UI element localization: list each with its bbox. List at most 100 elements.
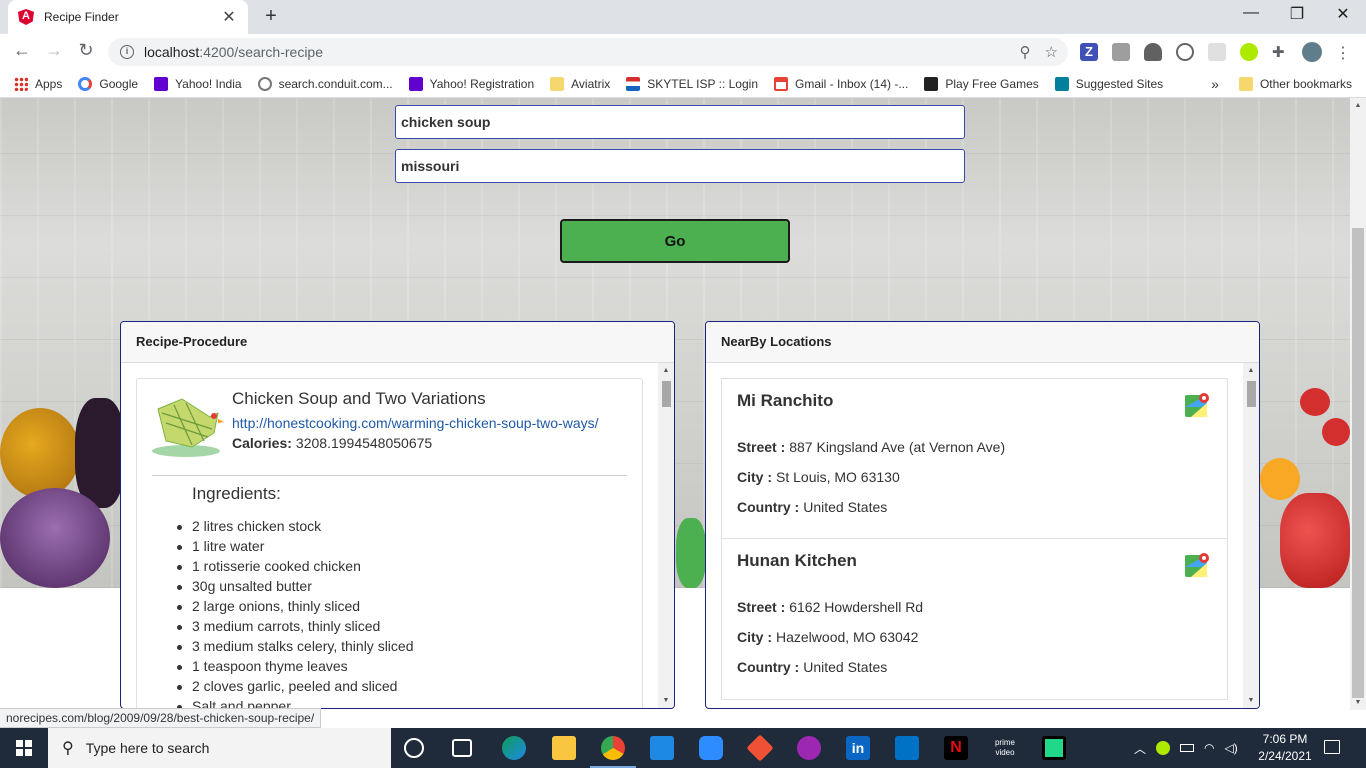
location-name: Mi Ranchito <box>737 391 834 410</box>
close-tab-icon[interactable]: ✕ <box>220 7 238 27</box>
restore-icon[interactable]: ❐ <box>1274 4 1320 24</box>
google-maps-icon[interactable] <box>1185 393 1209 417</box>
ingredients-list: 2 litres chicken stock 1 litre water 1 r… <box>177 518 627 708</box>
scroll-down-icon[interactable]: ▼ <box>658 697 674 704</box>
system-clock[interactable]: 7:06 PM 2/24/2021 <box>1250 731 1320 765</box>
ingredient-item: 2 litres chicken stock <box>177 518 627 538</box>
tab-title: Recipe Finder <box>44 10 119 24</box>
bookmark-item[interactable]: Yahoo! India <box>154 76 242 91</box>
bookmark-item[interactable]: Gmail - Inbox (14) -... <box>774 76 908 91</box>
extension-icon[interactable] <box>1208 43 1226 61</box>
google-icon <box>78 76 93 91</box>
taskbar-search-placeholder: Type here to search <box>85 740 210 756</box>
panel-body: Chicken Soup and Two Variations http://h… <box>121 363 658 708</box>
start-button[interactable] <box>0 728 48 768</box>
zoom-icon[interactable] <box>699 736 723 760</box>
edge-icon[interactable] <box>502 736 526 760</box>
tray-chevron-icon[interactable]: ︿ <box>1134 740 1146 757</box>
panel-header: NearBy Locations <box>706 322 1259 363</box>
zotero-extension-icon[interactable]: Z <box>1080 43 1098 61</box>
recipe-procedure-panel: Recipe-Procedure Chicken Soup and Two Va… <box>120 321 675 709</box>
location-country: Country : United States <box>737 659 888 675</box>
bookmark-item[interactable]: Play Free Games <box>924 76 1039 91</box>
pycharm-icon[interactable] <box>1042 736 1066 760</box>
angular-icon <box>18 9 34 25</box>
reload-icon[interactable]: ↻ <box>74 40 98 61</box>
location-city: City : Hazelwood, MO 63042 <box>737 629 919 645</box>
bookmark-item[interactable]: Google <box>78 76 138 91</box>
extension-icon[interactable] <box>1176 43 1194 61</box>
chrome-icon[interactable] <box>601 736 625 760</box>
vscode-icon[interactable] <box>650 736 674 760</box>
location-card: Mi Ranchito Street :887 Kingsland Ave (a… <box>721 378 1228 539</box>
scroll-thumb[interactable] <box>662 381 671 407</box>
outlook-icon[interactable] <box>895 736 919 760</box>
recipe-search-input[interactable] <box>395 105 965 139</box>
tray-app-icon[interactable] <box>1156 741 1171 755</box>
minimize-icon[interactable]: — <box>1228 4 1274 22</box>
recipe-link[interactable]: http://honestcooking.com/warming-chicken… <box>232 415 599 431</box>
locations-scrollbar[interactable]: ▲ ▼ <box>1243 363 1259 708</box>
more-bookmarks-icon[interactable]: » <box>1211 76 1219 92</box>
task-view-icon[interactable] <box>452 739 472 757</box>
folder-icon <box>1238 77 1253 91</box>
bookmark-item[interactable]: Yahoo! Registration <box>408 76 534 91</box>
new-tab-button[interactable]: + <box>260 5 282 28</box>
scroll-up-icon[interactable]: ▲ <box>1350 102 1366 109</box>
scroll-thumb[interactable] <box>1352 228 1364 698</box>
bookmark-item[interactable]: search.conduit.com... <box>257 76 393 91</box>
forward-icon[interactable]: → <box>42 40 66 61</box>
scroll-up-icon[interactable]: ▲ <box>658 367 674 374</box>
location-pin-icon[interactable]: ⚲ <box>1020 43 1031 61</box>
scroll-down-icon[interactable]: ▼ <box>1350 699 1366 706</box>
menu-dots-icon[interactable]: ⋮ <box>1334 43 1352 62</box>
tab-strip: Recipe Finder ✕ + — ❐ ✕ <box>0 0 1366 34</box>
page-scrollbar[interactable]: ▲ ▼ <box>1350 98 1366 710</box>
bookmark-item[interactable]: SKYTEL ISP :: Login <box>626 76 758 91</box>
profile-avatar[interactable] <box>1302 42 1322 62</box>
wifi-icon[interactable]: ◠ <box>1204 741 1214 755</box>
back-icon[interactable]: ← <box>10 40 34 61</box>
tab-recipe-finder[interactable]: Recipe Finder ✕ <box>8 0 248 34</box>
volume-icon[interactable]: ◁) <box>1225 741 1238 755</box>
url-host: localhost <box>144 44 200 60</box>
bookmark-item[interactable]: Aviatrix <box>550 76 610 91</box>
shield-extension-icon[interactable] <box>1144 43 1162 61</box>
google-maps-icon[interactable] <box>1185 553 1209 577</box>
scroll-up-icon[interactable]: ▲ <box>1243 367 1259 374</box>
prime-video-icon[interactable]: prime video <box>993 736 1017 760</box>
flag-icon <box>626 76 641 91</box>
other-bookmarks[interactable]: Other bookmarks <box>1238 77 1352 91</box>
git-icon[interactable] <box>746 734 774 762</box>
go-button[interactable]: Go <box>560 219 790 263</box>
bookmark-star-icon[interactable]: ☆ <box>1045 43 1058 61</box>
location-street: Street :887 Kingsland Ave (at Vernon Ave… <box>737 439 1006 455</box>
github-desktop-icon[interactable] <box>797 736 821 760</box>
bookmark-item[interactable]: Suggested Sites <box>1054 76 1163 91</box>
notifications-icon[interactable] <box>1324 740 1340 754</box>
location-street: Street :6162 Howdershell Rd <box>737 599 924 615</box>
close-window-icon[interactable]: ✕ <box>1320 4 1366 24</box>
scroll-down-icon[interactable]: ▼ <box>1243 697 1259 704</box>
battery-icon[interactable] <box>1180 744 1195 752</box>
recipe-title: Chicken Soup and Two Variations <box>232 389 486 408</box>
recipe-scrollbar[interactable]: ▲ ▼ <box>658 363 674 708</box>
system-tray: ︿ ◠ ◁) <box>1134 728 1238 768</box>
site-info-icon[interactable]: i <box>120 45 134 59</box>
taskbar-search[interactable]: ⚲ Type here to search <box>48 728 391 768</box>
cortana-icon[interactable] <box>404 738 424 758</box>
linkedin-icon[interactable]: in <box>846 736 870 760</box>
location-search-input[interactable] <box>395 149 965 183</box>
file-explorer-icon[interactable] <box>552 736 576 760</box>
tomato-image <box>1300 388 1330 416</box>
bookmark-item[interactable]: Apps <box>14 76 62 91</box>
yahoo-icon <box>154 76 169 91</box>
extension-icon[interactable] <box>1112 43 1130 61</box>
extensions-puzzle-icon[interactable]: ✚ <box>1272 43 1290 61</box>
clock-date: 2/24/2021 <box>1258 749 1312 763</box>
address-bar[interactable]: i localhost:4200/search-recipe ⚲ ☆ <box>108 38 1068 66</box>
red-pepper-image <box>1280 493 1350 588</box>
extension-icon[interactable] <box>1240 43 1258 61</box>
scroll-thumb[interactable] <box>1247 381 1256 407</box>
netflix-icon[interactable]: N <box>944 736 968 760</box>
